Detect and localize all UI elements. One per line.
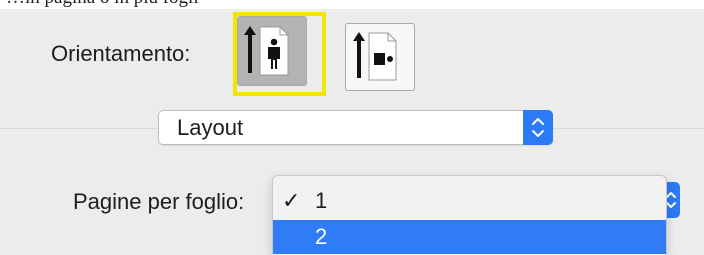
- menu-item-label: 2: [315, 224, 328, 249]
- pages-per-sheet-menu: ✓ 1 2: [272, 175, 667, 255]
- stepper-updown-icon: [532, 118, 544, 137]
- menu-item-label: 1: [315, 188, 328, 213]
- landscape-person-icon: [353, 32, 397, 81]
- portrait-person-icon: [244, 26, 289, 76]
- pages-per-sheet-label: Pagine per foglio:: [73, 189, 245, 214]
- checkmark-icon: ✓: [282, 188, 301, 213]
- popup-stepper: [523, 110, 553, 145]
- portrait-orientation-button[interactable]: [237, 16, 307, 86]
- orientation-label: Orientamento:: [51, 41, 191, 66]
- section-popup-button[interactable]: Layout: [158, 110, 553, 145]
- section-popup-value: Layout: [177, 115, 244, 140]
- menu-item-1[interactable]: ✓ 1: [273, 184, 666, 218]
- landscape-orientation-button[interactable]: [345, 23, 415, 91]
- menu-item-2[interactable]: 2: [273, 220, 666, 254]
- cut-off-header-text: …in pagina o in più fogli: [0, 0, 704, 9]
